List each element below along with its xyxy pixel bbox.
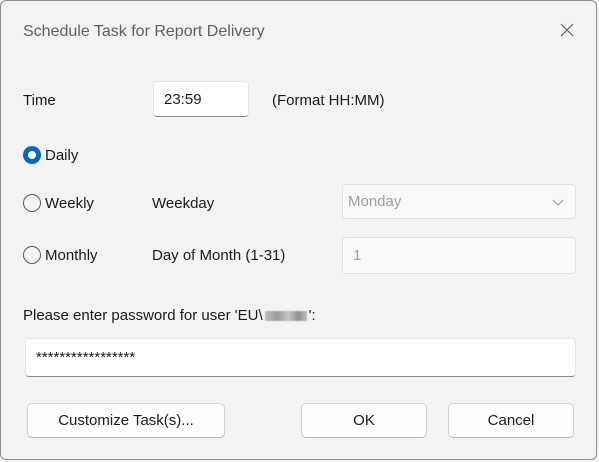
- time-label: Time: [23, 92, 56, 109]
- password-prompt-suffix: ':: [308, 307, 316, 324]
- weekday-label: Weekday: [152, 195, 215, 212]
- weekday-select[interactable]: Monday: [342, 184, 576, 219]
- monthly-radio[interactable]: Monthly: [23, 246, 98, 264]
- close-icon: [560, 23, 574, 37]
- customize-tasks-button[interactable]: Customize Task(s)...: [27, 403, 225, 438]
- dialog-title: Schedule Task for Report Delivery: [23, 23, 265, 40]
- weekly-radio-indicator: [23, 194, 41, 212]
- password-prompt: Please enter password for user 'EU\ ':: [23, 307, 316, 324]
- close-button[interactable]: [552, 15, 582, 45]
- day-of-month-input[interactable]: [342, 237, 576, 274]
- daily-radio[interactable]: Daily: [23, 146, 78, 164]
- monthly-radio-indicator: [23, 246, 41, 264]
- password-field[interactable]: [25, 338, 576, 377]
- weekly-radio-label: Weekly: [45, 194, 94, 212]
- time-format-hint: (Format HH:MM): [272, 92, 385, 109]
- password-prompt-prefix: Please enter password for user 'EU\: [23, 307, 263, 324]
- schedule-task-dialog: Schedule Task for Report Delivery Time (…: [0, 0, 597, 460]
- cancel-button[interactable]: Cancel: [448, 403, 574, 438]
- redacted-username: [264, 311, 307, 322]
- time-input[interactable]: [153, 81, 249, 117]
- daily-radio-label: Daily: [45, 146, 79, 164]
- ok-button[interactable]: OK: [301, 403, 427, 438]
- monthly-radio-label: Monthly: [45, 246, 98, 264]
- daily-radio-indicator: [23, 146, 41, 164]
- chevron-down-icon: [552, 199, 564, 206]
- weekday-select-value: Monday: [348, 193, 402, 210]
- weekly-radio[interactable]: Weekly: [23, 194, 94, 212]
- day-of-month-label: Day of Month (1-31): [152, 247, 286, 264]
